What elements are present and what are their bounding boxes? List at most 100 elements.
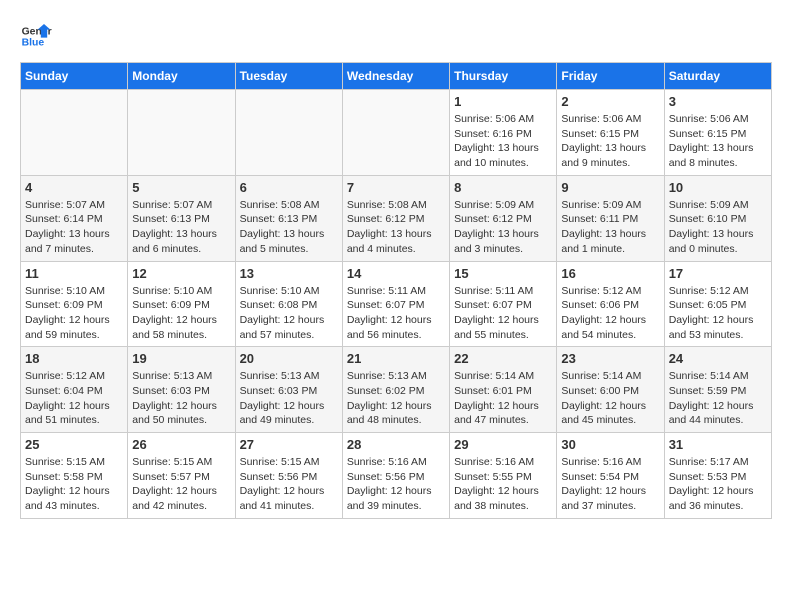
calendar-cell: 7 Sunrise: 5:08 AMSunset: 6:12 PMDaylight… bbox=[342, 175, 449, 261]
calendar-cell: 12 Sunrise: 5:10 AMSunset: 6:09 PMDayligh… bbox=[128, 261, 235, 347]
cell-info: Sunrise: 5:12 AMSunset: 6:05 PMDaylight:… bbox=[669, 284, 767, 343]
cell-info: Sunrise: 5:08 AMSunset: 6:12 PMDaylight:… bbox=[347, 198, 445, 257]
cell-info: Sunrise: 5:11 AMSunset: 6:07 PMDaylight:… bbox=[347, 284, 445, 343]
header-thursday: Thursday bbox=[450, 63, 557, 90]
calendar-cell: 22 Sunrise: 5:14 AMSunset: 6:01 PMDayligh… bbox=[450, 347, 557, 433]
cell-info: Sunrise: 5:14 AMSunset: 5:59 PMDaylight:… bbox=[669, 369, 767, 428]
cell-day-number: 3 bbox=[669, 94, 767, 109]
calendar-cell: 23 Sunrise: 5:14 AMSunset: 6:00 PMDayligh… bbox=[557, 347, 664, 433]
cell-info: Sunrise: 5:16 AMSunset: 5:54 PMDaylight:… bbox=[561, 455, 659, 514]
calendar-cell: 10 Sunrise: 5:09 AMSunset: 6:10 PMDayligh… bbox=[664, 175, 771, 261]
week-row-2: 4 Sunrise: 5:07 AMSunset: 6:14 PMDaylight… bbox=[21, 175, 772, 261]
calendar-cell: 17 Sunrise: 5:12 AMSunset: 6:05 PMDayligh… bbox=[664, 261, 771, 347]
cell-day-number: 9 bbox=[561, 180, 659, 195]
cell-info: Sunrise: 5:10 AMSunset: 6:08 PMDaylight:… bbox=[240, 284, 338, 343]
cell-info: Sunrise: 5:07 AMSunset: 6:13 PMDaylight:… bbox=[132, 198, 230, 257]
calendar-cell bbox=[342, 90, 449, 176]
cell-day-number: 15 bbox=[454, 266, 552, 281]
cell-info: Sunrise: 5:15 AMSunset: 5:58 PMDaylight:… bbox=[25, 455, 123, 514]
calendar-cell: 8 Sunrise: 5:09 AMSunset: 6:12 PMDaylight… bbox=[450, 175, 557, 261]
cell-day-number: 23 bbox=[561, 351, 659, 366]
week-row-3: 11Sunrise: 5:10 AMSunset: 6:09 PMDayligh… bbox=[21, 261, 772, 347]
cell-info: Sunrise: 5:14 AMSunset: 6:00 PMDaylight:… bbox=[561, 369, 659, 428]
calendar-cell: 13Sunrise: 5:10 AMSunset: 6:08 PMDayligh… bbox=[235, 261, 342, 347]
cell-day-number: 4 bbox=[25, 180, 123, 195]
cell-info: Sunrise: 5:13 AMSunset: 6:03 PMDaylight:… bbox=[132, 369, 230, 428]
cell-day-number: 28 bbox=[347, 437, 445, 452]
calendar-cell: 16 Sunrise: 5:12 AMSunset: 6:06 PMDayligh… bbox=[557, 261, 664, 347]
page-header: General Blue bbox=[20, 20, 772, 52]
cell-day-number: 8 bbox=[454, 180, 552, 195]
calendar-cell: 25 Sunrise: 5:15 AMSunset: 5:58 PMDayligh… bbox=[21, 433, 128, 519]
cell-info: Sunrise: 5:08 AMSunset: 6:13 PMDaylight:… bbox=[240, 198, 338, 257]
cell-day-number: 17 bbox=[669, 266, 767, 281]
cell-day-number: 2 bbox=[561, 94, 659, 109]
calendar-cell: 5 Sunrise: 5:07 AMSunset: 6:13 PMDaylight… bbox=[128, 175, 235, 261]
cell-day-number: 16 bbox=[561, 266, 659, 281]
calendar-cell: 15 Sunrise: 5:11 AMSunset: 6:07 PMDayligh… bbox=[450, 261, 557, 347]
calendar-cell: 20 Sunrise: 5:13 AMSunset: 6:03 PMDayligh… bbox=[235, 347, 342, 433]
calendar-cell: 9 Sunrise: 5:09 AMSunset: 6:11 PMDaylight… bbox=[557, 175, 664, 261]
calendar-cell: 29Sunrise: 5:16 AMSunset: 5:55 PMDayligh… bbox=[450, 433, 557, 519]
svg-text:Blue: Blue bbox=[22, 38, 45, 49]
cell-info: Sunrise: 5:12 AMSunset: 6:04 PMDaylight:… bbox=[25, 369, 123, 428]
calendar-cell: 28 Sunrise: 5:16 AMSunset: 5:56 PMDayligh… bbox=[342, 433, 449, 519]
cell-day-number: 20 bbox=[240, 351, 338, 366]
cell-day-number: 5 bbox=[132, 180, 230, 195]
calendar-cell: 31 Sunrise: 5:17 AMSunset: 5:53 PMDayligh… bbox=[664, 433, 771, 519]
calendar-cell bbox=[235, 90, 342, 176]
cell-info: Sunrise: 5:13 AMSunset: 6:03 PMDaylight:… bbox=[240, 369, 338, 428]
calendar-cell: 19 Sunrise: 5:13 AMSunset: 6:03 PMDayligh… bbox=[128, 347, 235, 433]
calendar-cell: 11Sunrise: 5:10 AMSunset: 6:09 PMDayligh… bbox=[21, 261, 128, 347]
calendar-cell: 1Sunrise: 5:06 AMSunset: 6:16 PMDaylight… bbox=[450, 90, 557, 176]
header-row: SundayMondayTuesdayWednesdayThursdayFrid… bbox=[21, 63, 772, 90]
cell-info: Sunrise: 5:14 AMSunset: 6:01 PMDaylight:… bbox=[454, 369, 552, 428]
header-saturday: Saturday bbox=[664, 63, 771, 90]
cell-info: Sunrise: 5:16 AMSunset: 5:56 PMDaylight:… bbox=[347, 455, 445, 514]
cell-info: Sunrise: 5:12 AMSunset: 6:06 PMDaylight:… bbox=[561, 284, 659, 343]
calendar-cell: 26 Sunrise: 5:15 AMSunset: 5:57 PMDayligh… bbox=[128, 433, 235, 519]
calendar-cell: 27 Sunrise: 5:15 AMSunset: 5:56 PMDayligh… bbox=[235, 433, 342, 519]
header-friday: Friday bbox=[557, 63, 664, 90]
calendar-cell: 4 Sunrise: 5:07 AMSunset: 6:14 PMDaylight… bbox=[21, 175, 128, 261]
cell-info: Sunrise: 5:10 AMSunset: 6:09 PMDaylight:… bbox=[25, 284, 123, 343]
cell-info: Sunrise: 5:09 AMSunset: 6:12 PMDaylight:… bbox=[454, 198, 552, 257]
cell-day-number: 14 bbox=[347, 266, 445, 281]
cell-info: Sunrise: 5:06 AMSunset: 6:15 PMDaylight:… bbox=[669, 112, 767, 171]
cell-info: Sunrise: 5:15 AMSunset: 5:56 PMDaylight:… bbox=[240, 455, 338, 514]
cell-day-number: 7 bbox=[347, 180, 445, 195]
cell-info: Sunrise: 5:09 AMSunset: 6:10 PMDaylight:… bbox=[669, 198, 767, 257]
cell-day-number: 19 bbox=[132, 351, 230, 366]
calendar-cell: 18 Sunrise: 5:12 AMSunset: 6:04 PMDayligh… bbox=[21, 347, 128, 433]
week-row-5: 25 Sunrise: 5:15 AMSunset: 5:58 PMDayligh… bbox=[21, 433, 772, 519]
cell-info: Sunrise: 5:15 AMSunset: 5:57 PMDaylight:… bbox=[132, 455, 230, 514]
calendar-table: SundayMondayTuesdayWednesdayThursdayFrid… bbox=[20, 62, 772, 519]
header-monday: Monday bbox=[128, 63, 235, 90]
cell-day-number: 26 bbox=[132, 437, 230, 452]
cell-day-number: 10 bbox=[669, 180, 767, 195]
cell-day-number: 27 bbox=[240, 437, 338, 452]
header-tuesday: Tuesday bbox=[235, 63, 342, 90]
cell-info: Sunrise: 5:10 AMSunset: 6:09 PMDaylight:… bbox=[132, 284, 230, 343]
calendar-cell: 14 Sunrise: 5:11 AMSunset: 6:07 PMDayligh… bbox=[342, 261, 449, 347]
cell-day-number: 24 bbox=[669, 351, 767, 366]
cell-info: Sunrise: 5:13 AMSunset: 6:02 PMDaylight:… bbox=[347, 369, 445, 428]
cell-day-number: 31 bbox=[669, 437, 767, 452]
cell-day-number: 25 bbox=[25, 437, 123, 452]
cell-info: Sunrise: 5:09 AMSunset: 6:11 PMDaylight:… bbox=[561, 198, 659, 257]
calendar-cell: 2Sunrise: 5:06 AMSunset: 6:15 PMDaylight… bbox=[557, 90, 664, 176]
cell-info: Sunrise: 5:07 AMSunset: 6:14 PMDaylight:… bbox=[25, 198, 123, 257]
cell-day-number: 22 bbox=[454, 351, 552, 366]
cell-info: Sunrise: 5:11 AMSunset: 6:07 PMDaylight:… bbox=[454, 284, 552, 343]
calendar-cell bbox=[21, 90, 128, 176]
cell-day-number: 12 bbox=[132, 266, 230, 281]
cell-day-number: 18 bbox=[25, 351, 123, 366]
calendar-cell: 24 Sunrise: 5:14 AMSunset: 5:59 PMDayligh… bbox=[664, 347, 771, 433]
cell-day-number: 30 bbox=[561, 437, 659, 452]
week-row-4: 18 Sunrise: 5:12 AMSunset: 6:04 PMDayligh… bbox=[21, 347, 772, 433]
cell-info: Sunrise: 5:17 AMSunset: 5:53 PMDaylight:… bbox=[669, 455, 767, 514]
calendar-cell: 3 Sunrise: 5:06 AMSunset: 6:15 PMDaylight… bbox=[664, 90, 771, 176]
cell-info: Sunrise: 5:06 AMSunset: 6:16 PMDaylight:… bbox=[454, 112, 552, 171]
cell-day-number: 21 bbox=[347, 351, 445, 366]
calendar-cell bbox=[128, 90, 235, 176]
